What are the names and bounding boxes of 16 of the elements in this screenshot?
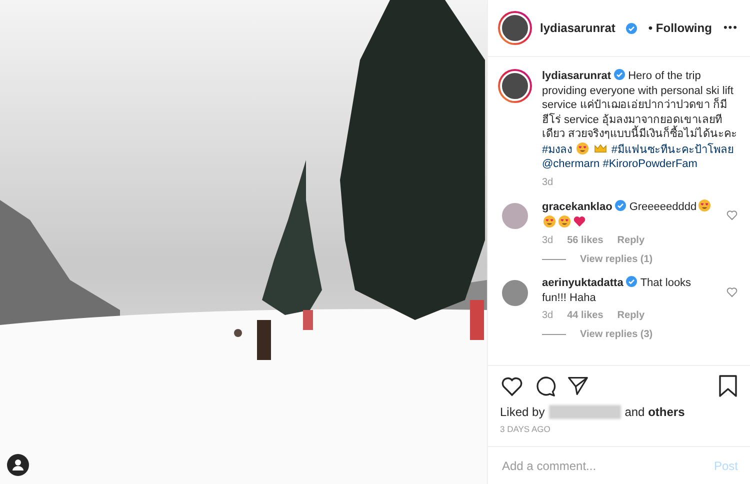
comment-text: gracekanklao Greeeeedddd xyxy=(542,199,716,230)
hashtag-link[interactable]: #มงลง xyxy=(542,144,572,156)
hashtag-link[interactable]: #KiroroPowderFam xyxy=(602,158,698,170)
liked-by-others[interactable]: and others xyxy=(624,405,685,419)
hashtag-link[interactable]: @chermarn xyxy=(542,158,600,170)
caption-time: 3d xyxy=(542,176,554,190)
post-caption: lydiasarunrat Hero of the trip providing everyone with personal ski lift service แค่ป๋าเฌอเอ่ยปากว่าปวดขา ก็มีฮีโร่ service อุ้มลงมาจากยอดเขาเลยทีเดียว สวยจริงๆแบบนี้มีเงินก็ซื้อไม่ได้นะคะ #มงลง #มีแฟนซะทีนะคะป้าโพลย @chermarn #KiroroPowderFam xyxy=(542,69,738,172)
comment-text: aerinyuktadatta That looks fun!!! Haha xyxy=(542,276,692,305)
following-status[interactable]: • Following xyxy=(648,21,712,35)
comment-time: 3d xyxy=(542,309,554,323)
hashtag-link[interactable]: #มีแฟนซะทีนะคะป้าโพลย xyxy=(611,144,734,156)
author-username[interactable]: lydiasarunrat xyxy=(540,21,616,35)
post-date: 3 DAYS AGO xyxy=(500,424,552,434)
liked-by-label: Liked by xyxy=(500,405,545,419)
comment-time: 3d xyxy=(542,234,554,248)
more-options-button[interactable]: ••• xyxy=(723,22,738,34)
